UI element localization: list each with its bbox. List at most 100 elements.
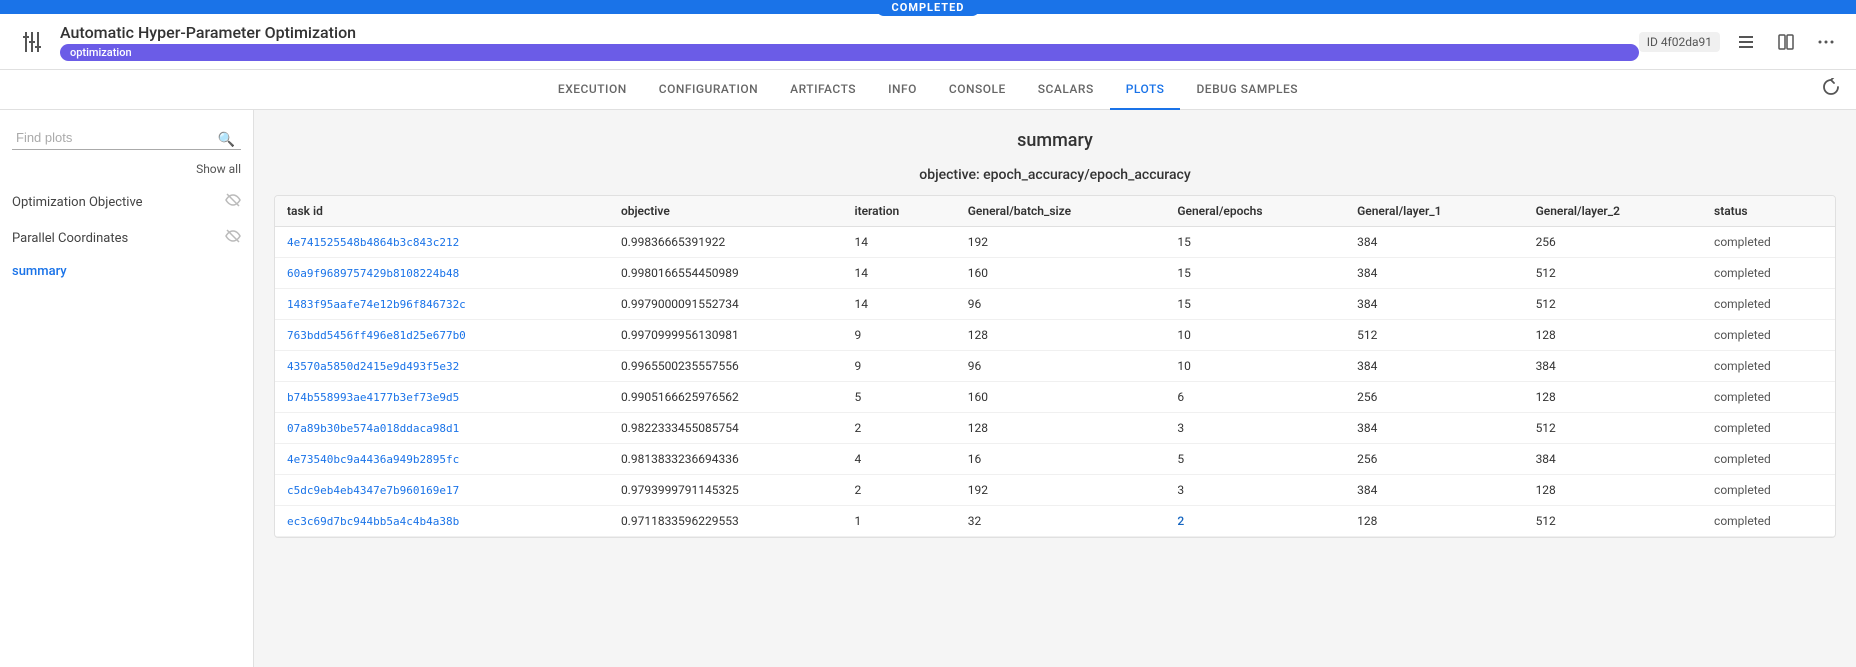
sidebar-item-optimization-objective[interactable]: Optimization Objective [0, 184, 253, 220]
table-row: c5dc9eb4eb4347e7b960169e17 0.97939997911… [275, 475, 1835, 506]
cell-status: completed [1702, 320, 1835, 351]
tab-console[interactable]: CONSOLE [933, 70, 1022, 110]
table-row: b74b558993ae4177b3ef73e9d5 0.99051666259… [275, 382, 1835, 413]
cell-layer-1: 384 [1345, 258, 1523, 289]
cell-task-id[interactable]: 4e73540bc9a4436a949b2895fc [275, 444, 609, 475]
table-row: 1483f95aafe74e12b96f846732c 0.9979000091… [275, 289, 1835, 320]
tab-artifacts[interactable]: ARTIFACTS [774, 70, 872, 110]
split-view-button[interactable] [1772, 28, 1800, 56]
cell-objective: 0.9980166554450989 [609, 258, 843, 289]
hide-icon-optimization [225, 192, 241, 212]
sidebar-item-label: Optimization Objective [12, 195, 143, 210]
col-layer-1: General/layer_1 [1345, 196, 1523, 227]
cell-iteration: 14 [842, 289, 955, 320]
cell-iteration: 2 [842, 475, 955, 506]
tab-execution[interactable]: EXECUTION [542, 70, 643, 110]
nav-tabs: EXECUTION CONFIGURATION ARTIFACTS INFO C… [0, 70, 1856, 110]
col-objective: objective [609, 196, 843, 227]
cell-layer-2: 128 [1524, 475, 1702, 506]
cell-status: completed [1702, 289, 1835, 320]
header-actions: ID 4f02da91 [1639, 28, 1840, 56]
search-icon: 🔍 [218, 132, 235, 148]
sidebar-item-label: Parallel Coordinates [12, 231, 128, 246]
cell-layer-2: 384 [1524, 351, 1702, 382]
table-row: 60a9f9689757429b8108224b48 0.99801665544… [275, 258, 1835, 289]
cell-layer-1: 384 [1345, 475, 1523, 506]
cell-task-id[interactable]: ec3c69d7bc944bb5a4c4b4a38b [275, 506, 609, 537]
cell-layer-1: 256 [1345, 382, 1523, 413]
app-logo [16, 26, 48, 58]
refresh-button[interactable] [1822, 78, 1840, 100]
cell-epochs: 5 [1165, 444, 1345, 475]
cell-epochs: 2 [1165, 506, 1345, 537]
cell-layer-1: 384 [1345, 413, 1523, 444]
cell-task-id[interactable]: c5dc9eb4eb4347e7b960169e17 [275, 475, 609, 506]
cell-iteration: 9 [842, 320, 955, 351]
cell-task-id[interactable]: 07a89b30be574a018ddaca98d1 [275, 413, 609, 444]
cell-layer-2: 384 [1524, 444, 1702, 475]
cell-task-id[interactable]: b74b558993ae4177b3ef73e9d5 [275, 382, 609, 413]
status-bar: COMPLETED [0, 0, 1856, 14]
optimization-badge: optimization [60, 44, 1639, 61]
cell-epochs: 3 [1165, 475, 1345, 506]
cell-task-id[interactable]: 763bdd5456ff496e81d25e677b0 [275, 320, 609, 351]
id-label: ID [1647, 35, 1658, 49]
col-layer-2: General/layer_2 [1524, 196, 1702, 227]
header: Automatic Hyper-Parameter Optimization o… [0, 14, 1856, 70]
cell-objective: 0.9822333455085754 [609, 413, 843, 444]
cell-layer-2: 256 [1524, 227, 1702, 258]
cell-status: completed [1702, 444, 1835, 475]
hide-icon-parallel [225, 228, 241, 248]
cell-batch-size: 192 [956, 475, 1166, 506]
table-row: ec3c69d7bc944bb5a4c4b4a38b 0.97118335962… [275, 506, 1835, 537]
cell-task-id[interactable]: 43570a5850d2415e9d493f5e32 [275, 351, 609, 382]
table-header-row: task id objective iteration General/batc… [275, 196, 1835, 227]
table-row: 763bdd5456ff496e81d25e677b0 0.9970999956… [275, 320, 1835, 351]
search-input[interactable] [12, 126, 241, 150]
section-title: summary [274, 130, 1836, 151]
table-body: 4e741525548b4864b3c843c212 0.99836665391… [275, 227, 1835, 537]
main-content: summary objective: epoch_accuracy/epoch_… [254, 110, 1856, 667]
cell-batch-size: 96 [956, 289, 1166, 320]
tab-info[interactable]: INFO [872, 70, 933, 110]
status-badge: COMPLETED [876, 0, 981, 16]
cell-task-id[interactable]: 60a9f9689757429b8108224b48 [275, 258, 609, 289]
sidebar-item-summary[interactable]: summary [0, 256, 253, 287]
cell-objective: 0.9979000091552734 [609, 289, 843, 320]
cell-layer-1: 384 [1345, 227, 1523, 258]
more-options-button[interactable] [1812, 28, 1840, 56]
cell-objective: 0.9793999791145325 [609, 475, 843, 506]
cell-epochs: 6 [1165, 382, 1345, 413]
col-batch-size: General/batch_size [956, 196, 1166, 227]
cell-iteration: 5 [842, 382, 955, 413]
cell-batch-size: 32 [956, 506, 1166, 537]
cell-batch-size: 160 [956, 382, 1166, 413]
tab-plots[interactable]: PLOTS [1110, 70, 1181, 110]
search-wrap: 🔍 [0, 126, 253, 162]
cell-status: completed [1702, 258, 1835, 289]
sidebar-item-parallel-coordinates[interactable]: Parallel Coordinates [0, 220, 253, 256]
cell-epochs: 3 [1165, 413, 1345, 444]
cell-layer-1: 128 [1345, 506, 1523, 537]
list-view-button[interactable] [1732, 28, 1760, 56]
cell-task-id[interactable]: 4e741525548b4864b3c843c212 [275, 227, 609, 258]
cell-layer-2: 512 [1524, 506, 1702, 537]
cell-batch-size: 128 [956, 413, 1166, 444]
tab-scalars[interactable]: SCALARS [1022, 70, 1110, 110]
col-status: status [1702, 196, 1835, 227]
summary-table-container: task id objective iteration General/batc… [274, 195, 1836, 538]
show-all-link[interactable]: Show all [196, 162, 241, 176]
sidebar: 🔍 Show all Optimization Objective Parall… [0, 110, 254, 667]
show-all-wrap: Show all [0, 162, 253, 184]
header-title-wrap: Automatic Hyper-Parameter Optimization o… [60, 23, 1639, 61]
cell-objective: 0.9905166625976562 [609, 382, 843, 413]
cell-layer-2: 512 [1524, 289, 1702, 320]
col-epochs: General/epochs [1165, 196, 1345, 227]
cell-status: completed [1702, 475, 1835, 506]
cell-objective: 0.9711833596229553 [609, 506, 843, 537]
task-id: ID 4f02da91 [1639, 32, 1720, 52]
tab-configuration[interactable]: CONFIGURATION [643, 70, 774, 110]
cell-task-id[interactable]: 1483f95aafe74e12b96f846732c [275, 289, 609, 320]
tab-debug-samples[interactable]: DEBUG SAMPLES [1180, 70, 1314, 110]
sidebar-item-label: summary [12, 264, 67, 279]
